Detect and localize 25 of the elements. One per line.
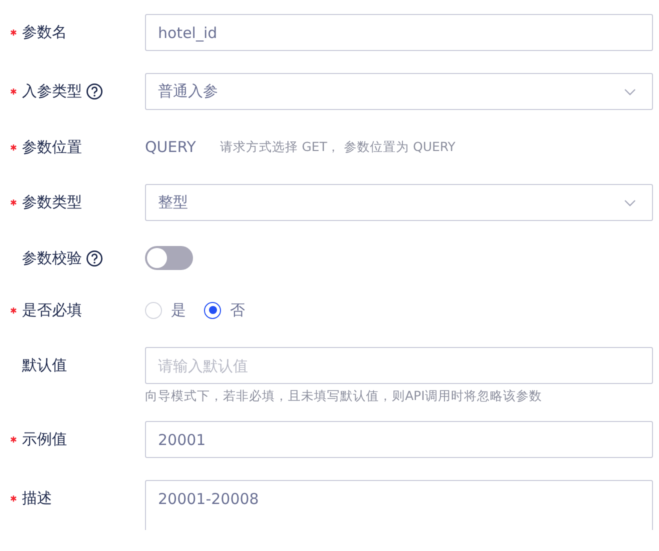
toggle-switch[interactable] bbox=[145, 246, 193, 270]
field-value: QUERY bbox=[145, 138, 196, 156]
field-label: 参数位置 bbox=[22, 138, 82, 156]
field-label: 描述 bbox=[22, 489, 52, 508]
radio-option[interactable]: 否 bbox=[204, 300, 245, 320]
help-icon[interactable] bbox=[86, 83, 103, 100]
chevron-down-icon bbox=[624, 198, 636, 206]
select-field[interactable]: 整型 bbox=[145, 184, 653, 221]
field-label: 参数校验 bbox=[22, 248, 82, 268]
field-label: 参数类型 bbox=[22, 193, 82, 212]
input-field[interactable]: hotel_id bbox=[145, 14, 653, 51]
input-field[interactable]: 20001 bbox=[145, 421, 653, 458]
note-text: 请求方式选择 GET， 参数位置为 QUERY bbox=[220, 138, 456, 156]
radio-option[interactable]: 是 bbox=[145, 300, 186, 320]
field-label: 默认值 bbox=[22, 356, 67, 375]
textarea-field[interactable]: 20001-20008 bbox=[145, 480, 653, 530]
field-label: 参数名 bbox=[22, 23, 67, 42]
select-field[interactable]: 普通入参 bbox=[145, 73, 653, 110]
chevron-down-icon bbox=[624, 88, 636, 96]
help-icon[interactable] bbox=[86, 250, 103, 266]
input-field[interactable]: 请输入默认值 bbox=[145, 347, 653, 384]
field-label: 是否必填 bbox=[22, 300, 82, 320]
field-label: 示例值 bbox=[22, 430, 67, 449]
hint-text: 向导模式下，若非必填，且未填写默认值，则API调用时将忽略该参数 bbox=[145, 388, 543, 405]
field-label: 入参类型 bbox=[22, 82, 82, 101]
